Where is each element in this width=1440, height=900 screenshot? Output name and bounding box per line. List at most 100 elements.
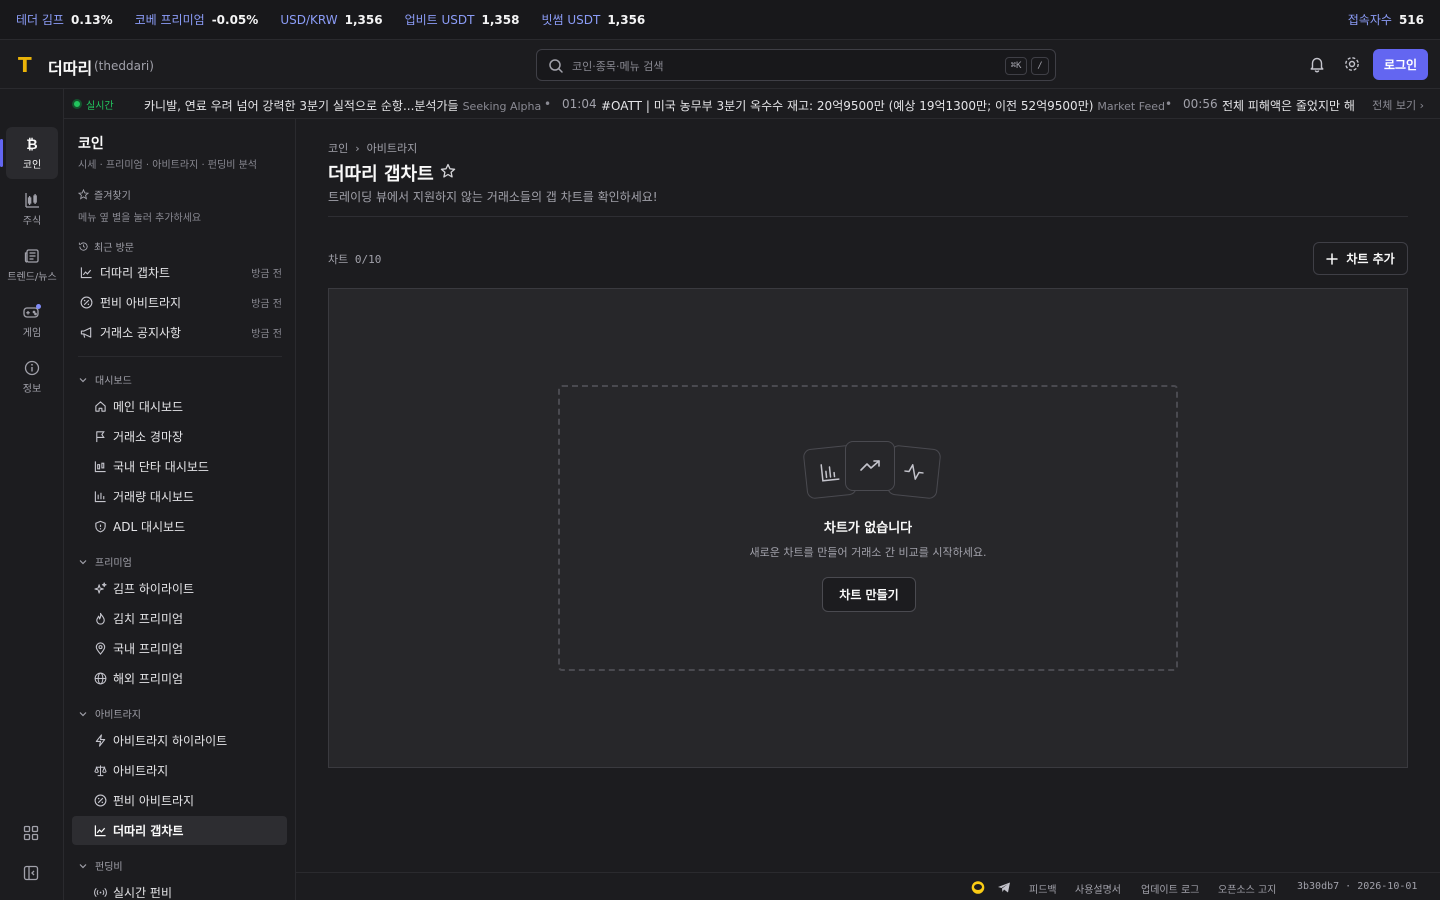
globe-icon	[94, 672, 107, 685]
search-icon	[549, 59, 563, 73]
nav-volume-dashboard[interactable]: 거래량 대시보드	[72, 482, 287, 511]
sparkles-icon	[94, 582, 107, 594]
star-icon	[78, 189, 89, 200]
kakao-icon[interactable]	[971, 881, 985, 894]
view-all-news-link[interactable]: 전체 보기 ›	[1372, 97, 1424, 113]
trending-card	[845, 441, 895, 491]
rail-active-marker	[0, 139, 3, 167]
nav-overseas-premium[interactable]: 해외 프리미엄	[72, 664, 287, 693]
line-chart-icon	[80, 266, 92, 278]
chevron-right-icon: ›	[355, 141, 360, 155]
manual-link[interactable]: 사용설명서	[1075, 881, 1121, 896]
sidebar-divider	[78, 356, 282, 357]
flag-icon	[96, 431, 105, 443]
chevron-down-icon	[79, 711, 87, 716]
search-input[interactable]: 코인·종목·메뉴 검색 ⌘K /	[536, 49, 1056, 81]
create-chart-button[interactable]: 차트 만들기	[822, 577, 916, 612]
nav-exchange-race[interactable]: 거래소 경마장	[72, 422, 287, 451]
shield-icon	[95, 520, 106, 533]
percent-circle-icon	[80, 296, 93, 308]
favorites-heading: 즐겨찾기	[78, 187, 131, 202]
recent-item-notices[interactable]: 거래소 공지사항 방금 전	[72, 318, 288, 346]
news-ticker: 실시간 카니발, 연료 우려 넘어 강력한 3분기 실적으로 순항...분석가들…	[64, 89, 1440, 119]
chevron-down-icon	[79, 377, 87, 382]
page-title: 더따리 갭차트	[328, 164, 434, 185]
live-dot-icon	[72, 99, 82, 109]
line-chart-icon	[94, 825, 106, 837]
stat-usd-krw: USD/KRW 1,356	[280, 12, 383, 27]
group-premium[interactable]: 프리미엄	[78, 554, 132, 569]
news-time: 01:04	[562, 97, 597, 111]
news-separator-icon: •	[1165, 97, 1173, 111]
footer: 피드백 사용설명서 업데이트 로그 오픈소스 고지 3b30db7 · 2026…	[296, 872, 1440, 900]
shortcut-cmdk-badge: ⌘K	[1005, 57, 1027, 75]
stat-coinbase-premium: 코베 프리미엄 -0.05%	[134, 12, 259, 28]
stat-bithumb-usdt: 빗썸 USDT 1,356	[541, 12, 646, 28]
breadcrumb-coin[interactable]: 코인	[328, 140, 348, 156]
bell-icon[interactable]	[1308, 55, 1326, 73]
flame-icon	[96, 612, 105, 625]
brand-subtitle: (theddari)	[94, 59, 154, 73]
recent-heading: 최근 방문	[78, 239, 134, 254]
home-icon	[95, 401, 106, 412]
news-item[interactable]: 카니발, 연료 우려 넘어 강력한 3분기 실적으로 순항...분석가들 Seek…	[144, 97, 541, 114]
login-button[interactable]: 로그인	[1373, 49, 1428, 80]
bar-chart-icon	[820, 464, 840, 482]
feedback-link[interactable]: 피드백	[1029, 881, 1057, 896]
favorite-star-icon[interactable]	[440, 163, 456, 179]
online-users: 접속자수 516	[1347, 12, 1424, 28]
main-content: 코인 › 아비트라지 더따리 갭차트 트레이딩 뷰에서 지원하지 않는 거래소들…	[296, 119, 1440, 872]
news-item[interactable]: 전체 피해액은 줄었지만 해	[1222, 97, 1355, 114]
group-dashboard[interactable]: 대시보드	[78, 372, 132, 387]
group-funding[interactable]: 펀딩비	[78, 858, 123, 873]
percent-circle-icon	[94, 794, 107, 807]
nav-funding-arbitrage[interactable]: 펀비 아비트라지	[72, 786, 287, 815]
rail-item-coin[interactable]: ₿ 코인	[6, 127, 58, 179]
nav-adl-dashboard[interactable]: ADL 대시보드	[72, 512, 287, 541]
newspaper-icon	[24, 248, 39, 263]
svg-text:₿: ₿	[26, 137, 37, 152]
gear-icon[interactable]	[1343, 55, 1361, 73]
empty-illustration	[802, 441, 942, 501]
candlestick-icon	[94, 461, 106, 473]
rail-item-trend-news[interactable]: 트렌드/뉴스	[6, 239, 58, 291]
rail-item-game[interactable]: 게임	[6, 295, 58, 347]
logo-icon[interactable]: T	[18, 53, 38, 77]
nav-main-dashboard[interactable]: 메인 대시보드	[72, 392, 287, 421]
bar-chart-icon	[94, 491, 106, 503]
grid-icon[interactable]	[23, 825, 39, 841]
nav-kimp-highlight[interactable]: 김프 하이라이트	[72, 574, 287, 603]
rail-item-info[interactable]: 정보	[6, 351, 58, 403]
news-separator-icon: •	[544, 97, 552, 111]
rail-item-stock[interactable]: 주식	[6, 183, 58, 235]
market-ticker-bar: 테더 김프 0.13% 코베 프리미엄 -0.05% USD/KRW 1,356 업비…	[0, 0, 1440, 40]
nav-realtime-funding[interactable]: 실시간 펀비	[72, 878, 287, 900]
brand-name[interactable]: 더따리	[48, 55, 92, 79]
stat-tether-kimp: 테더 김프 0.13%	[16, 12, 113, 28]
chart-panel: 차트가 없습니다 새로운 차트를 만들어 거래소 간 비교를 시작하세요. 차트…	[328, 288, 1408, 768]
recent-item-gap-chart[interactable]: 더따리 갭차트 방금 전	[72, 258, 288, 286]
changelog-link[interactable]: 업데이트 로그	[1141, 881, 1199, 896]
nav-gap-chart[interactable]: 더따리 갭차트	[72, 816, 287, 845]
breadcrumb-arbitrage[interactable]: 아비트라지	[367, 140, 418, 156]
recent-item-funding-arb[interactable]: 펀비 아비트라지 방금 전	[72, 288, 288, 316]
version-label: 3b30db7 · 2026-10-01	[1297, 881, 1418, 892]
empty-state-title: 차트가 없습니다	[823, 521, 913, 536]
plus-icon	[1326, 252, 1339, 265]
nav-domestic-scalp-dashboard[interactable]: 국내 단타 대시보드	[72, 452, 287, 481]
sidebar-subtitle: 시세 · 프리미엄 · 아비트라지 · 펀딩비 분석	[78, 160, 257, 171]
add-chart-button[interactable]: 차트 추가	[1313, 242, 1408, 275]
group-arbitrage[interactable]: 아비트라지	[78, 706, 141, 721]
empty-state-description: 새로운 차트를 만들어 거래소 간 비교를 시작하세요.	[749, 546, 987, 559]
collapse-sidebar-icon[interactable]	[23, 865, 39, 881]
nav-arbitrage[interactable]: 아비트라지	[72, 756, 287, 785]
oss-notice-link[interactable]: 오픈소스 고지	[1218, 881, 1276, 896]
candlestick-icon	[25, 192, 39, 208]
nav-arbitrage-highlight[interactable]: 아비트라지 하이라이트	[72, 726, 287, 755]
nav-domestic-premium[interactable]: 국내 프리미엄	[72, 634, 287, 663]
sidebar: 코인 시세 · 프리미엄 · 아비트라지 · 펀딩비 분석 즐겨찾기 메뉴 옆 …	[64, 119, 296, 900]
nav-kimchi-premium[interactable]: 김치 프리미엄	[72, 604, 287, 633]
telegram-icon[interactable]	[997, 881, 1011, 894]
news-item[interactable]: #OATT | 미국 농무부 3분기 옥수수 재고: 20억9500만 (예상 …	[601, 97, 1165, 114]
scale-icon	[94, 765, 107, 777]
